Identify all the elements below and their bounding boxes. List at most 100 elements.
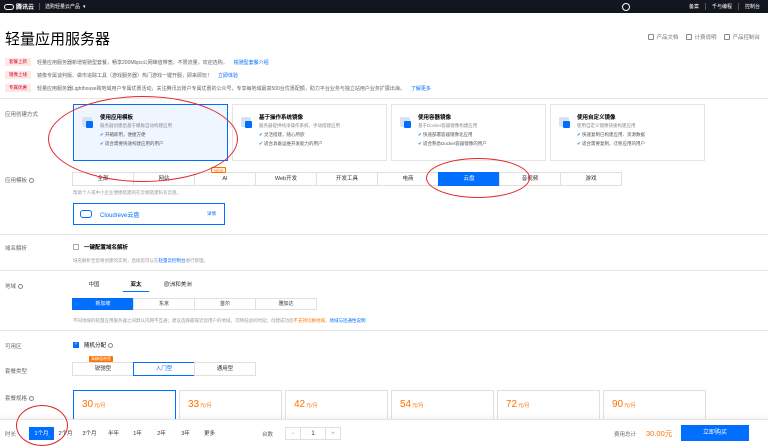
doc-icon [648,34,655,40]
method-card-template[interactable]: 使用应用模板 服务器创建后基于模板自动构建应用 开箱即用，便捷方便 适合需要快速… [73,104,228,161]
method-card-custom-image[interactable]: 使用自定义镜像 使用自定义镜像快速构建应用 快速复制已构建应用、资源数据 适合需… [550,104,705,161]
duration-3m[interactable]: 3个月 [77,427,102,440]
search-icon[interactable] [622,3,630,11]
tab-audio-video[interactable]: 音视频 [499,172,561,186]
region-label: 地域 [5,282,24,290]
city-options: 新加坡 东京 首尔 雅加达 [72,298,317,310]
notice-row: 专属优惠 轻量应用服务器Lighthouse跨地域用户专属优惠活动，关注腾讯云账… [5,84,431,92]
help-icon[interactable] [108,343,114,348]
duration-2m[interactable]: 2个月 [53,427,78,440]
notice-link[interactable]: 立即体验 [218,72,238,79]
help-icon[interactable] [18,284,24,289]
duration-more[interactable]: 更多 [197,427,222,440]
notice-tag: 套餐上新 [5,58,31,66]
domain-label: 域名解析 [5,246,28,252]
region-tabs: 中国 亚太 欧洲和美洲 [73,280,199,292]
help-icon[interactable] [29,396,35,401]
package-general[interactable]: 通用型 [194,362,256,376]
plan-card[interactable]: 30元/月 [73,390,176,422]
app-detail-link[interactable]: 详情 [207,211,216,217]
tab-dev-tools[interactable]: 开发工具 [316,172,378,186]
plan-card[interactable]: 33元/月 [179,390,282,422]
quantity-label: 台数 [262,432,274,438]
notice-text: 轻量应用服务器Lighthouse跨地域用户专属优惠活动，关注腾讯云账户专属优惠… [37,85,405,92]
tab-china[interactable]: 中国 [73,280,115,291]
lighthouse-console-link[interactable]: 轻量云控制台 [159,258,186,263]
tab-website[interactable]: 网站 [133,172,195,186]
package-entry[interactable]: 入门型 [133,362,195,376]
template-icon [82,117,93,128]
tab-asia-pacific[interactable]: 亚太 [115,280,157,292]
divider [39,3,41,10]
beian-link[interactable]: 备案 [689,3,699,10]
docs-link[interactable]: 产品文档 [648,33,678,41]
package-type-options: 高峰值带宽 锐驰型 入门型 通用型 [72,356,256,376]
plan-card[interactable]: 42元/月 [285,390,388,422]
domain-hint: 域名解析至您将创建的实例，后续您可以在轻量云控制台进行管理。 [73,258,208,263]
duration-1y[interactable]: 1年 [125,427,150,440]
cloud-drive-icon [80,210,92,218]
buy-now-button[interactable]: 立即购买 [681,425,749,441]
template-hint: 帮助个人或中小企业便捷搭建的在云端搭建私有云盘。 [73,190,181,195]
plan-label: 套餐规格 [5,394,35,402]
top-nav: 腾讯云 选购轻量云产品 ▾ 备案 千与编程 控制台 [0,0,768,13]
notice-link[interactable]: 锐驰型套餐介绍 [234,59,269,66]
tab-web-dev[interactable]: Web开发 [255,172,317,186]
notice-text: 轻量应用服务器新增锐驰型套餐，畅享200Mbps公网峰值带宽，不限流量，欢迎选购… [37,59,228,66]
new-badge: NEW [211,167,227,173]
duration-6m[interactable]: 半年 [101,427,126,440]
cloud-logo-icon [4,3,14,10]
duration-1m[interactable]: 1个月 [29,427,54,440]
custom-image-icon [559,117,570,128]
billing-link[interactable]: 计费说明 [686,33,716,41]
plan-card[interactable]: 54元/月 [391,390,494,422]
notice-row: 镜像上线 镜像专属谈判版、做市追踪工具（游戏服务器）热门游戏一键开服，即来即玩！… [5,71,238,79]
region-doc-link[interactable]: 地域与连通性说明 [330,318,366,323]
tab-europe-americas[interactable]: 欧洲和美洲 [157,280,199,291]
notice-tag: 镜像上线 [5,71,31,79]
template-tabs: 全部 网站 NEW AI Web开发 开发工具 电商 云盘 音视频 游戏 [72,167,622,186]
package-type-label: 套餐类型 [5,369,28,375]
brand-name: 腾讯云 [16,5,35,11]
package-ruichi[interactable]: 高峰值带宽 锐驰型 [72,356,134,376]
container-icon [400,117,411,128]
method-card-container[interactable]: 使用容器镜像 基于Docker容器镜像构建应用 快速部署容器镜像化应用 适合熟悉… [391,104,546,161]
duration-options: 1个月 2个月 3个月 半年 1年 2年 3年 更多 [29,427,221,440]
increment-button[interactable]: + [326,428,340,439]
city-tokyo[interactable]: 东京 [133,298,195,310]
tab-ai[interactable]: NEW AI [194,167,256,186]
tab-ecommerce[interactable]: 电商 [377,172,439,186]
brand-logo[interactable]: 腾讯云 [4,2,34,11]
city-singapore[interactable]: 新加坡 [72,298,134,310]
plan-card[interactable]: 90元/月 [603,390,706,422]
product-switcher-label: 选购轻量云产品 [45,4,81,10]
console-link-2[interactable]: 产品控制台 [724,33,760,41]
notice-row: 套餐上新 轻量应用服务器新增锐驰型套餐，畅享200Mbps公网峰值带宽，不限流量… [5,58,269,66]
console-link[interactable]: 控制台 [745,3,760,10]
product-switcher[interactable]: 选购轻量云产品 ▾ [45,3,86,11]
quantity-input[interactable]: 1 [300,428,326,439]
method-card-os-image[interactable]: 基于操作系统镜像 服务器提供纯净操作系统，手动搭建应用 灵活搭建，随心所欲 适合… [232,104,387,161]
domain-checkbox-row: 一键配置域名解析 [73,243,128,251]
tab-games[interactable]: 游戏 [560,172,622,186]
page-title: 轻量应用服务器 [5,31,111,48]
random-zone-checkbox[interactable] [73,341,79,348]
domain-checkbox[interactable] [73,244,79,250]
decrement-button[interactable]: − [286,428,300,439]
plan-card[interactable]: 72元/月 [497,390,600,422]
tab-all[interactable]: 全部 [72,172,134,186]
user-menu[interactable]: 千与编程 [712,3,732,10]
city-jakarta[interactable]: 雅加达 [255,298,317,310]
chevron-down-icon: ▾ [83,3,86,10]
tab-cloud-drive[interactable]: 云盘 [438,172,500,186]
help-icon[interactable] [29,178,35,183]
city-seoul[interactable]: 首尔 [194,298,256,310]
total-price: 30.00元 [646,429,673,438]
duration-2y[interactable]: 2年 [149,427,174,440]
billing-icon [686,34,693,40]
duration-3y[interactable]: 3年 [173,427,198,440]
app-card-cloudreve[interactable]: Cloudreve云盘 详情 [73,203,225,225]
notice-link[interactable]: 了解更多 [411,85,431,92]
zone-label: 可用区 [5,344,22,350]
os-icon [241,117,252,128]
